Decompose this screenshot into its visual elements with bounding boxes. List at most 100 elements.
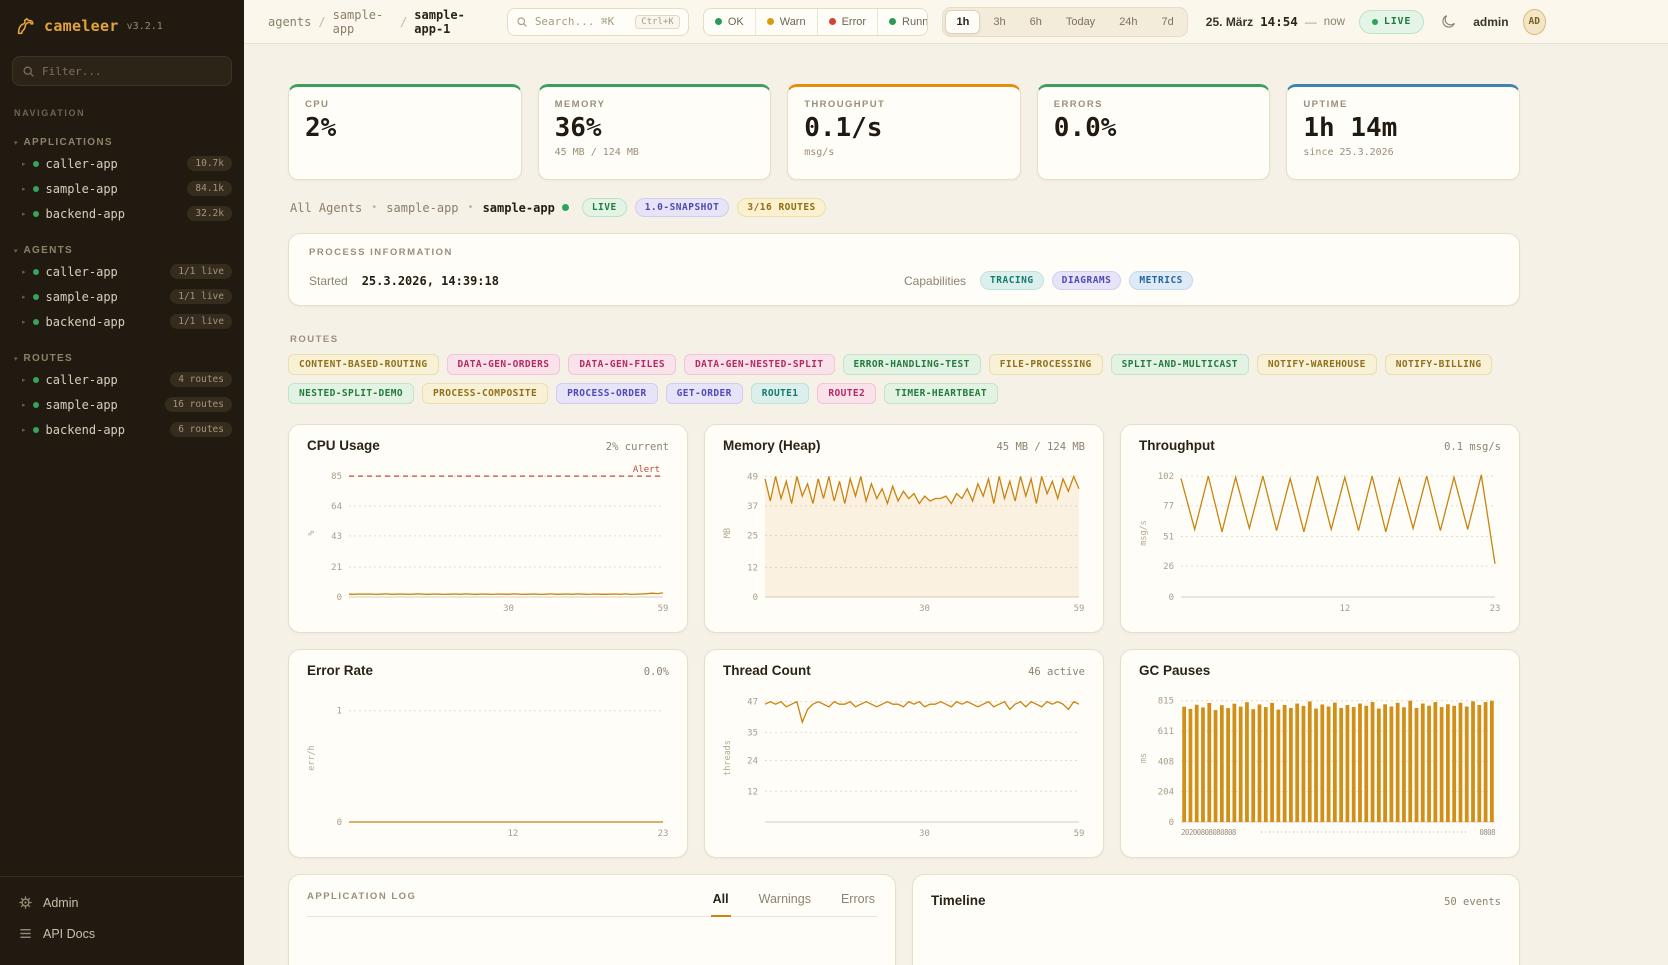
sidebar-item-routes-sample-app[interactable]: ▸sample-app16 routes <box>0 392 244 417</box>
sidebar-section-header-applications[interactable]: ▾APPLICATIONS <box>0 134 244 151</box>
kpi-card-errors: ERRORS0.0% <box>1037 84 1271 180</box>
sidebar-item-routes-backend-app[interactable]: ▸backend-app6 routes <box>0 417 244 442</box>
kpi-card-throughput: THROUGHPUT0.1/smsg/s <box>787 84 1021 180</box>
chart-memory: 493725120MB3059 <box>719 457 1089 617</box>
avatar[interactable]: AD <box>1523 9 1546 35</box>
search-icon <box>22 65 35 78</box>
chart-error-rate: 10err/h1223 <box>303 682 673 842</box>
chart-card-throughput: Throughput0.1 msg/s1027751260msg/s1223 <box>1120 424 1520 633</box>
kpi-label: MEMORY <box>555 99 755 110</box>
status-dot <box>33 161 39 167</box>
sidebar-item-agents-caller-app[interactable]: ▸caller-app1/1 live <box>0 259 244 284</box>
svg-text:85: 85 <box>331 472 342 482</box>
sidebar-item-badge: 1/1 live <box>170 314 232 329</box>
chart-cpu: 856443210%3059Alert <box>303 457 673 617</box>
global-search-input[interactable] <box>535 15 628 28</box>
sidebar-footer-label: Admin <box>43 896 78 910</box>
route-tag-data-gen-files[interactable]: DATA-GEN-FILES <box>568 354 676 375</box>
svg-text:20200808080808: 20200808080808 <box>1181 828 1237 837</box>
agent-app-link[interactable]: sample-app <box>386 201 458 215</box>
sidebar-item-routes-caller-app[interactable]: ▸caller-app4 routes <box>0 367 244 392</box>
time-range-24h[interactable]: 24h <box>1108 10 1148 34</box>
route-tag-split-and-multicast[interactable]: SPLIT-AND-MULTICAST <box>1111 354 1249 375</box>
routes-section-title: ROUTES <box>290 334 1520 345</box>
chevron-down-icon: ▾ <box>14 355 18 363</box>
time-range-today[interactable]: Today <box>1055 10 1106 34</box>
sidebar-item-label: caller-app <box>46 157 118 171</box>
sidebar-item-badge: 6 routes <box>170 422 232 437</box>
all-agents-link[interactable]: All Agents <box>290 201 362 215</box>
sidebar-item-agents-sample-app[interactable]: ▸sample-app1/1 live <box>0 284 244 309</box>
route-tag-data-gen-orders[interactable]: DATA-GEN-ORDERS <box>447 354 561 375</box>
current-agent-label: sample-app <box>483 201 555 215</box>
chevron-right-icon: ▸ <box>22 185 26 193</box>
log-tab-errors[interactable]: Errors <box>839 892 877 917</box>
time-range-display[interactable]: 25. März 14:54 — now <box>1206 14 1345 29</box>
sidebar-item-agents-backend-app[interactable]: ▸backend-app1/1 live <box>0 309 244 334</box>
chart-card-threads: Thread Count46 active47352412threads3059 <box>704 649 1104 858</box>
breadcrumb-sample-app[interactable]: sample-app <box>333 8 393 36</box>
log-tab-all[interactable]: All <box>711 892 731 917</box>
sidebar-item-api-docs[interactable]: API Docs <box>0 918 244 949</box>
theme-toggle-button[interactable] <box>1438 11 1459 32</box>
route-tag-content-based-routing[interactable]: CONTENT-BASED-ROUTING <box>288 354 439 375</box>
timeline-title: Timeline <box>931 893 986 908</box>
route-tag-file-processing[interactable]: FILE-PROCESSING <box>989 354 1103 375</box>
breadcrumb-agents[interactable]: agents <box>268 15 311 29</box>
svg-text:Alert: Alert <box>633 465 660 475</box>
chart-area: 856443210%3059Alert <box>303 457 673 617</box>
log-tab-warnings[interactable]: Warnings <box>757 892 813 917</box>
sidebar-item-applications-sample-app[interactable]: ▸sample-app84.1k <box>0 176 244 201</box>
chevron-right-icon: ▸ <box>22 401 26 409</box>
status-filter-ok[interactable]: OK <box>704 9 755 35</box>
gear-icon <box>18 895 33 910</box>
chart-title: Error Rate <box>307 663 373 678</box>
svg-text:35: 35 <box>747 728 758 738</box>
bottom-row: APPLICATION LOG AllWarningsErrors Timeli… <box>288 874 1520 965</box>
process-information-panel: PROCESS INFORMATION Started 25.3.2026, 1… <box>288 233 1520 306</box>
time-range-7d[interactable]: 7d <box>1151 10 1185 34</box>
sidebar-section-header-agents[interactable]: ▾AGENTS <box>0 242 244 259</box>
route-tag-notify-warehouse[interactable]: NOTIFY-WAREHOUSE <box>1257 354 1377 375</box>
status-dot <box>715 18 722 25</box>
route-tag-process-composite[interactable]: PROCESS-COMPOSITE <box>422 383 548 404</box>
svg-text:threads: threads <box>723 740 733 776</box>
svg-text:43: 43 <box>331 532 342 542</box>
svg-text:0808: 0808 <box>1479 828 1496 837</box>
svg-text:0: 0 <box>753 593 758 603</box>
sidebar-item-applications-backend-app[interactable]: ▸backend-app32.2k <box>0 201 244 226</box>
time-range-3h[interactable]: 3h <box>982 10 1016 34</box>
status-dot <box>33 294 39 300</box>
global-search[interactable]: Ctrl+K <box>507 8 689 36</box>
route-tag-data-gen-nested-split[interactable]: DATA-GEN-NESTED-SPLIT <box>684 354 835 375</box>
sidebar-filter[interactable] <box>12 56 232 86</box>
route-tag-process-order[interactable]: PROCESS-ORDER <box>556 383 658 404</box>
route-tag-route2[interactable]: ROUTE2 <box>817 383 876 404</box>
status-dot <box>33 186 39 192</box>
route-tag-route1[interactable]: ROUTE1 <box>751 383 810 404</box>
time-range-6h[interactable]: 6h <box>1019 10 1053 34</box>
status-filter-running[interactable]: Running <box>877 9 928 35</box>
route-tag-error-handling-test[interactable]: ERROR-HANDLING-TEST <box>843 354 981 375</box>
sidebar-item-badge: 10.7k <box>187 156 232 171</box>
app-logo[interactable]: cameleer v3.2.1 <box>0 0 244 47</box>
route-tag-nested-split-demo[interactable]: NESTED-SPLIT-DEMO <box>288 383 414 404</box>
timeline-header: Timeline 50 events <box>931 893 1501 908</box>
route-tag-get-order[interactable]: GET-ORDER <box>666 383 743 404</box>
svg-text:26: 26 <box>1163 562 1174 572</box>
capability-metrics: METRICS <box>1129 271 1193 290</box>
sidebar-item-label: backend-app <box>46 315 125 329</box>
sidebar-filter-input[interactable] <box>42 65 222 78</box>
route-tag-timer-heartbeat[interactable]: TIMER-HEARTBEAT <box>884 383 998 404</box>
sidebar-item-applications-caller-app[interactable]: ▸caller-app10.7k <box>0 151 244 176</box>
svg-text:0: 0 <box>337 818 342 828</box>
live-status-badge[interactable]: LIVE <box>1359 10 1424 34</box>
status-filter-warn[interactable]: Warn <box>755 9 817 35</box>
svg-text:0: 0 <box>1169 593 1174 603</box>
route-tag-notify-billing[interactable]: NOTIFY-BILLING <box>1385 354 1493 375</box>
time-range-1h[interactable]: 1h <box>945 10 980 34</box>
svg-text:0: 0 <box>337 593 342 603</box>
status-filter-error[interactable]: Error <box>817 9 877 35</box>
sidebar-section-header-routes[interactable]: ▾ROUTES <box>0 350 244 367</box>
sidebar-item-admin[interactable]: Admin <box>0 887 244 918</box>
